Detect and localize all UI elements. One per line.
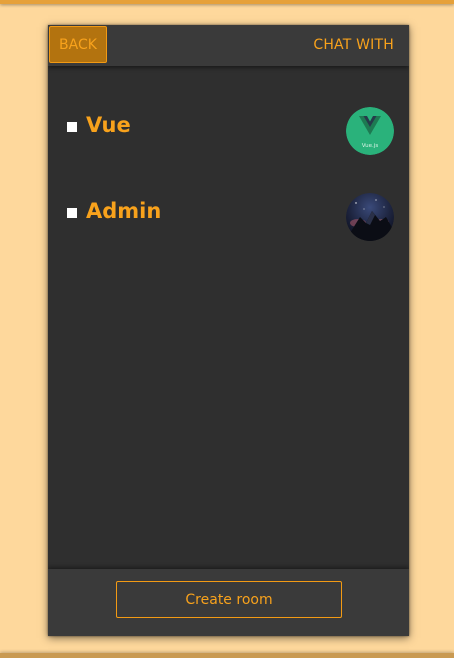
room-name: Vue [86,113,131,137]
bullet-icon [67,122,77,132]
room-name: Admin [86,199,162,223]
chat-panel: BACK CHAT WITH Vue Vue.js Admin Create r… [48,25,409,636]
room-item-vue[interactable]: Vue Vue.js [48,85,409,171]
bottom-accent-bar [0,653,454,658]
footer: Create room [48,569,409,636]
vuejs-logo-icon: Vue.js [346,107,394,155]
top-accent-bar [0,0,454,4]
bullet-icon [67,208,77,218]
mountain-night-photo-icon [346,193,394,241]
room-list: Vue Vue.js Admin [48,85,409,257]
back-button[interactable]: BACK [49,26,107,63]
avatar-label: Vue.js [362,143,379,149]
create-room-button[interactable]: Create room [116,581,342,618]
room-item-admin[interactable]: Admin [48,171,409,257]
header-title: CHAT WITH [313,37,394,53]
header: BACK CHAT WITH [48,25,409,66]
